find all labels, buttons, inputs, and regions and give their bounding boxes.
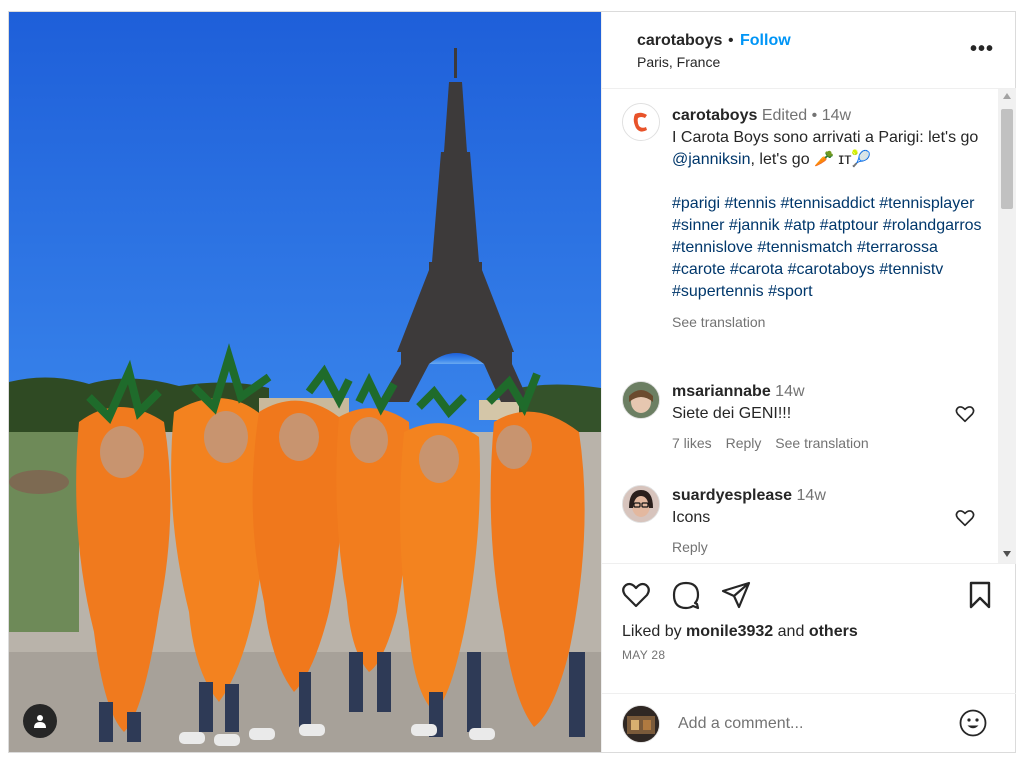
comment-bubble-icon[interactable] <box>670 579 702 611</box>
comment-input[interactable]: Add a comment... <box>678 715 803 733</box>
comment-text: Siete dei GENI!!! <box>672 405 792 422</box>
caption-hashtags[interactable]: #parigi #tennis #tennisaddict #tennispla… <box>672 193 982 303</box>
avatar[interactable] <box>622 485 660 523</box>
caption-text-after: , let's go 🥕 ɪᴛ🎾 <box>750 151 872 168</box>
caption-mention[interactable]: @janniksin <box>672 151 751 168</box>
reply-button[interactable]: Reply <box>726 435 762 451</box>
user-tag-icon <box>34 715 46 728</box>
scrollbar[interactable] <box>998 89 1016 563</box>
caption-text-before: I Carota Boys sono arrivati a Parigi: le… <box>672 129 979 146</box>
avatar-image <box>623 486 659 522</box>
comment-username[interactable]: suardyesplease <box>672 487 792 504</box>
avatar[interactable] <box>622 381 660 419</box>
post-photo[interactable] <box>9 12 601 752</box>
smiley-icon[interactable] <box>958 708 988 738</box>
photo-illustration <box>9 12 601 752</box>
comment-body: msariannabe 14w Siete dei GENI!!! <box>672 381 952 425</box>
comment-item: suardyesplease 14w Icons Reply <box>622 485 994 563</box>
post-actions: Liked by monile3932 and others MAY 28 <box>602 563 1016 694</box>
comment-meta: Reply <box>672 539 718 555</box>
add-comment-bar: Add a comment... <box>602 693 1016 753</box>
more-options-icon[interactable]: ••• <box>970 38 994 61</box>
liked-by-others[interactable]: others <box>809 623 858 640</box>
avatar-image <box>623 382 659 418</box>
avatar[interactable] <box>622 705 660 743</box>
avatar[interactable] <box>622 103 660 141</box>
avatar-image <box>623 706 659 742</box>
bookmark-icon[interactable] <box>964 579 996 611</box>
post-header: carotaboys • Follow Paris, France ••• <box>602 12 1016 89</box>
heart-icon[interactable] <box>954 507 976 529</box>
edited-label: Edited <box>761 107 808 124</box>
see-translation-button[interactable]: See translation <box>775 435 868 451</box>
post-dialog: carotaboys • Follow Paris, France ••• ca… <box>8 11 1016 753</box>
caption-username[interactable]: carotaboys <box>672 107 757 124</box>
paper-plane-icon[interactable] <box>720 579 752 611</box>
post-date[interactable]: MAY 28 <box>622 648 665 662</box>
liked-by-text: Liked by monile3932 and others <box>622 623 858 641</box>
caption: carotaboys Edited • 14w I Carota Boys so… <box>672 105 982 333</box>
comments-scroll-area[interactable]: carotaboys Edited • 14w I Carota Boys so… <box>602 89 1016 563</box>
user-tag-button[interactable] <box>23 704 57 738</box>
author-username[interactable]: carotaboys <box>637 32 722 50</box>
heart-icon[interactable] <box>954 403 976 425</box>
comment-likes[interactable]: 7 likes <box>672 435 712 451</box>
comment-time[interactable]: 14w <box>775 383 804 400</box>
liked-by-prefix: Liked by <box>622 623 682 640</box>
post-location[interactable]: Paris, France <box>637 54 720 70</box>
comment-body: suardyesplease 14w Icons <box>672 485 952 529</box>
post-side-panel: carotaboys • Follow Paris, France ••• ca… <box>601 12 1016 752</box>
comment-item: msariannabe 14w Siete dei GENI!!! 7 like… <box>622 381 994 461</box>
heart-icon[interactable] <box>620 579 652 611</box>
scroll-up-arrow[interactable] <box>1003 93 1011 99</box>
header-separator: • <box>728 32 734 49</box>
caption-time[interactable]: 14w <box>822 107 851 124</box>
comment-time[interactable]: 14w <box>797 487 826 504</box>
liked-by-and: and <box>777 623 805 640</box>
carotaboys-logo <box>623 104 659 140</box>
scroll-down-arrow[interactable] <box>1003 551 1011 557</box>
comment-username[interactable]: msariannabe <box>672 383 771 400</box>
comment-text: Icons <box>672 509 711 526</box>
see-translation-button[interactable]: See translation <box>672 311 982 333</box>
reply-button[interactable]: Reply <box>672 539 708 555</box>
scrollbar-thumb[interactable] <box>1001 109 1013 209</box>
liked-by-user[interactable]: monile3932 <box>686 623 773 640</box>
comment-meta: 7 likes Reply See translation <box>672 435 879 451</box>
time-separator: • <box>811 107 818 124</box>
follow-button[interactable]: Follow <box>740 32 791 50</box>
